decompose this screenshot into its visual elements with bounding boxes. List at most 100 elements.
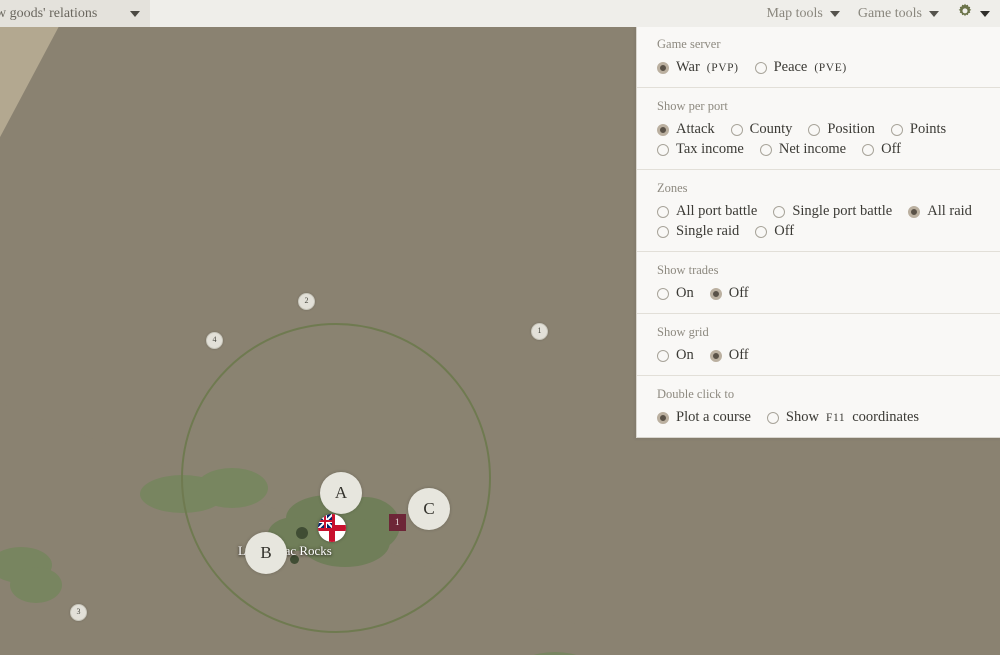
radio-label: Off: [774, 223, 795, 239]
radio-label-small: (PVE): [814, 61, 847, 74]
map-number-pin-label: 3: [76, 607, 81, 616]
radio-grid-off[interactable]: Off: [709, 347, 749, 364]
radio-peace-pve[interactable]: Peace (PVE): [754, 59, 847, 76]
radio-single-raid[interactable]: Single raid: [657, 223, 739, 240]
map-number-pin[interactable]: 4: [206, 332, 223, 349]
radio-dot-icon: [709, 349, 722, 362]
chevron-down-icon: [130, 10, 140, 17]
radio-dot-icon: [766, 411, 779, 424]
radio-label: Tax income: [676, 141, 744, 157]
radio-dot-icon: [657, 411, 669, 424]
settings-group-show-trades: Show trades On Off: [637, 251, 1000, 313]
menu-game-tools-label: Game tools: [857, 5, 922, 21]
radio-label: On: [676, 347, 694, 363]
white-ensign-flag-icon[interactable]: [318, 514, 346, 542]
settings-group-zones: Zones All port battle Single port battle…: [637, 169, 1000, 251]
radio-dot-icon: [657, 61, 669, 74]
radio-position[interactable]: Position: [808, 121, 875, 138]
radio-trades-on[interactable]: On: [657, 285, 694, 302]
port-marker-label: B: [260, 543, 272, 562]
goods-relations-dropdown-label: how goods' relations: [0, 5, 98, 21]
radio-dot-icon: [908, 205, 921, 218]
radio-label-after: coordinates: [852, 409, 920, 425]
radio-label: Attack: [676, 121, 715, 137]
radio-dot-icon: [759, 143, 772, 156]
menu-settings[interactable]: [957, 3, 990, 24]
radio-dot-icon: [709, 287, 722, 300]
radio-net-income[interactable]: Net income: [759, 141, 847, 158]
radio-label: Net income: [778, 141, 847, 157]
settings-group-show-per-port: Show per port Attack County Position Poi…: [637, 87, 1000, 169]
menu-game-tools[interactable]: Game tools: [858, 6, 939, 22]
radio-plot-a-course[interactable]: Plot a course: [657, 409, 751, 426]
menu-map-tools-label: Map tools: [766, 5, 823, 21]
radio-label: All port battle: [676, 203, 758, 219]
map-number-pin[interactable]: 3: [70, 604, 87, 621]
radio-label: Single raid: [676, 223, 740, 239]
radio-label: County: [749, 121, 793, 137]
radio-zones-off[interactable]: Off: [755, 223, 794, 240]
radio-label-small: (PVP): [706, 61, 739, 74]
port-marker-b[interactable]: B: [245, 532, 287, 574]
chevron-down-icon: [829, 10, 840, 17]
radio-dot-icon: [657, 287, 669, 300]
radio-grid-on[interactable]: On: [657, 347, 694, 364]
map-number-pin[interactable]: 1: [531, 323, 548, 340]
radio-label: Peace: [773, 59, 808, 75]
radio-dot-icon: [754, 61, 767, 74]
radio-all-raid[interactable]: All raid: [908, 203, 972, 220]
radio-label: Off: [881, 141, 901, 157]
gear-icon: [957, 3, 973, 24]
map-number-pin[interactable]: 2: [298, 293, 315, 310]
radio-label: Off: [728, 285, 749, 301]
radio-label: On: [676, 285, 694, 301]
port-marker-label: C: [423, 499, 435, 518]
map-settings-panel: Game server War (PVP) Peace (PVE) Show p…: [636, 26, 1000, 438]
radio-label: Position: [827, 121, 875, 137]
chevron-down-icon: [929, 10, 939, 17]
radio-per-port-off[interactable]: Off: [862, 141, 901, 158]
radio-dot-icon: [755, 225, 768, 238]
radio-tax-income[interactable]: Tax income: [657, 141, 744, 158]
port-marker-c[interactable]: C: [408, 488, 450, 530]
radio-single-port-battle[interactable]: Single port battle: [773, 203, 892, 220]
radio-label: Points: [909, 121, 947, 137]
map-number-pin-label: 4: [212, 335, 217, 344]
settings-group-show-grid: Show grid On Off: [637, 313, 1000, 375]
radio-dot-icon: [862, 143, 875, 156]
radio-trades-off[interactable]: Off: [709, 285, 749, 302]
radio-attack[interactable]: Attack: [657, 121, 715, 138]
radio-label: Plot a course: [676, 409, 751, 425]
map-number-pin-label: 1: [537, 326, 542, 335]
group-title: Double click to: [657, 387, 735, 401]
island-landmass: [10, 567, 62, 603]
radio-county[interactable]: County: [730, 121, 793, 138]
radio-dot-icon: [890, 123, 903, 136]
radio-dot-icon: [773, 205, 786, 218]
goods-relations-dropdown[interactable]: how goods' relations: [0, 0, 150, 27]
radio-dot-icon: [657, 143, 669, 156]
group-title: Zones: [657, 181, 688, 195]
chevron-down-icon: [980, 10, 990, 17]
radio-dot-icon: [808, 123, 821, 136]
menu-map-tools[interactable]: Map tools: [766, 5, 840, 22]
settings-group-game-server: Game server War (PVP) Peace (PVE): [637, 26, 1000, 87]
radio-points[interactable]: Points: [890, 121, 947, 138]
radio-label: War: [676, 59, 700, 75]
settings-group-double-click: Double click to Plot a course Show F11 c…: [637, 375, 1000, 437]
radio-label-small: F11: [825, 411, 846, 424]
radio-all-port-battle[interactable]: All port battle: [657, 203, 757, 220]
radio-dot-icon: [657, 225, 669, 238]
port-attack-badge[interactable]: 1: [389, 514, 406, 531]
top-menu-group: Map tools Game tools: [766, 0, 990, 27]
port-marker-a[interactable]: A: [320, 472, 362, 514]
radio-label: Show: [785, 409, 819, 425]
radio-dot-icon: [730, 123, 743, 136]
map-number-pin-label: 2: [304, 296, 309, 305]
radio-dot-icon: [657, 349, 669, 362]
radio-label: All raid: [927, 203, 972, 219]
radio-label: Off: [728, 347, 749, 363]
radio-show-f11-coordinates[interactable]: Show F11 coordinates: [766, 409, 920, 426]
radio-war-pvp[interactable]: War (PVP): [657, 59, 739, 76]
group-title: Show grid: [657, 325, 709, 339]
